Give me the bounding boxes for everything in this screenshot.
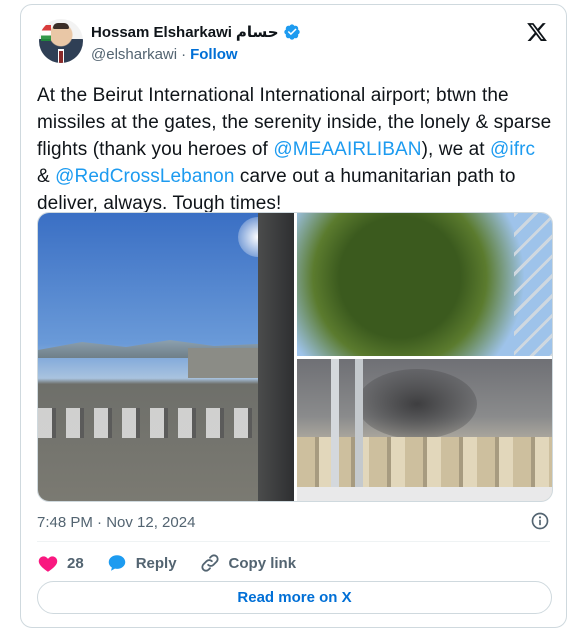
author-handle-row: @elsharkawi · Follow bbox=[91, 46, 238, 63]
like-count: 28 bbox=[67, 554, 84, 572]
photo-smoke-city[interactable] bbox=[297, 359, 552, 501]
follow-button[interactable]: Follow bbox=[190, 46, 238, 63]
tweet-text: At the Beirut International Internationa… bbox=[37, 82, 552, 217]
verified-badge-icon bbox=[283, 24, 300, 40]
photo-trees[interactable] bbox=[297, 213, 552, 356]
avatar-hair bbox=[53, 23, 69, 29]
ground-vehicles bbox=[38, 408, 258, 438]
author-name[interactable]: Hossam Elsharkawi bbox=[91, 24, 232, 41]
like-button[interactable]: 28 bbox=[37, 552, 84, 574]
pole bbox=[355, 359, 363, 501]
reply-label: Reply bbox=[135, 554, 177, 572]
avatar-tie bbox=[59, 51, 63, 63]
mention-redcrosslebanon[interactable]: @RedCrossLebanon bbox=[55, 166, 234, 187]
copy-link-label: Copy link bbox=[228, 554, 297, 572]
media-grid bbox=[37, 212, 553, 502]
author-name-arabic[interactable]: حسام bbox=[236, 23, 279, 41]
separator-dot: · bbox=[181, 46, 187, 63]
photo-airport-tarmac[interactable] bbox=[38, 213, 294, 501]
pole bbox=[331, 359, 339, 501]
reply-icon bbox=[108, 555, 125, 571]
info-icon[interactable] bbox=[530, 511, 550, 531]
avatar[interactable] bbox=[39, 19, 83, 63]
copy-link-button[interactable]: Copy link bbox=[199, 552, 297, 574]
divider bbox=[37, 541, 550, 542]
heart-icon bbox=[38, 556, 58, 572]
timestamp[interactable]: 7:48 PM · Nov 12, 2024 bbox=[37, 514, 195, 531]
smoke-cloud bbox=[357, 369, 477, 439]
terminal-building bbox=[188, 348, 258, 378]
roof-structure bbox=[514, 213, 552, 356]
author-name-row[interactable]: Hossam Elsharkawi حسام bbox=[91, 23, 301, 41]
reply-button[interactable]: Reply bbox=[106, 552, 177, 574]
link-icon bbox=[200, 554, 219, 572]
author-handle[interactable]: @elsharkawi bbox=[91, 46, 177, 63]
mention-ifrc[interactable]: @ifrc bbox=[490, 139, 535, 160]
flag-decoration bbox=[41, 25, 51, 41]
mention-meairliban[interactable]: @MEAAIRLIBAN bbox=[273, 139, 421, 160]
tweet-card: Hossam Elsharkawi حسام @elsharkawi · Fol… bbox=[20, 4, 567, 628]
read-more-button[interactable]: Read more on X bbox=[37, 581, 552, 614]
fence bbox=[297, 487, 552, 501]
tweet-text-part: & bbox=[37, 166, 56, 187]
tweet-text-part: ), we at bbox=[421, 139, 491, 160]
window-pillar bbox=[258, 213, 294, 501]
action-bar: 28 Reply Copy link bbox=[37, 552, 318, 574]
x-logo-icon[interactable] bbox=[526, 21, 548, 43]
